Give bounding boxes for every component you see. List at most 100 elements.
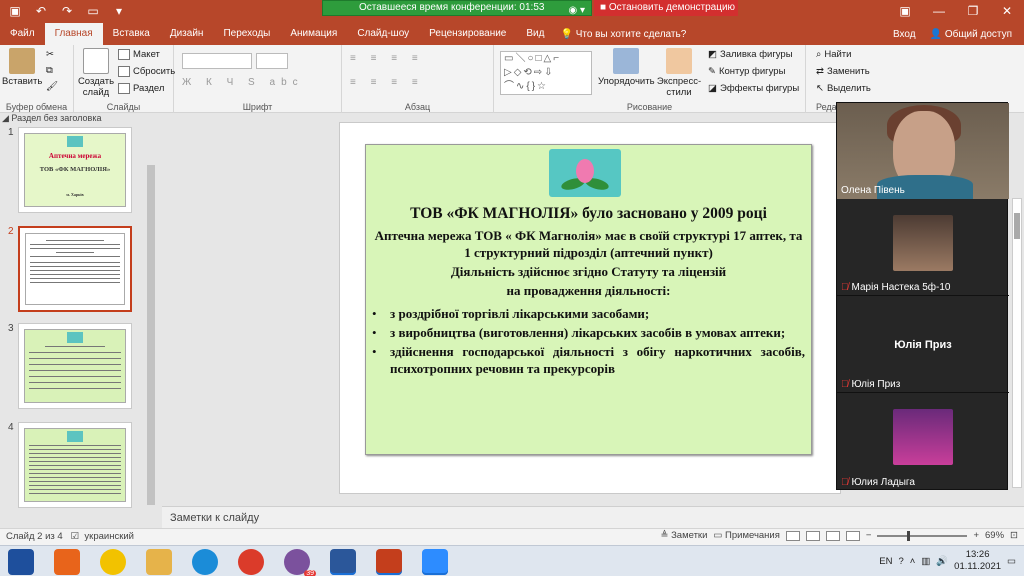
- font-format-buttons[interactable]: Ж К Ч S abc: [182, 77, 304, 88]
- layout-button[interactable]: Макет: [118, 49, 160, 60]
- language-indicator[interactable]: украинский: [84, 531, 134, 542]
- slide-thumbnail-2[interactable]: [18, 226, 132, 312]
- format-painter-button[interactable]: 🖌: [46, 81, 58, 92]
- shape-outline-button[interactable]: ✎ Контур фигуры: [708, 66, 785, 77]
- slide-sorter-icon[interactable]: [805, 530, 820, 541]
- network-icon[interactable]: ▥: [921, 556, 930, 567]
- viber-icon[interactable]: 39: [284, 549, 316, 576]
- close-icon[interactable]: ✕: [990, 0, 1024, 23]
- pause-icon[interactable]: ◉ ▾: [568, 3, 585, 19]
- font-name-combobox[interactable]: [182, 53, 252, 69]
- tab-transitions[interactable]: Переходы: [213, 23, 280, 45]
- fit-slide-icon[interactable]: ⊡: [1010, 530, 1018, 541]
- media-player-icon[interactable]: [54, 549, 80, 575]
- reading-view-icon[interactable]: [825, 530, 840, 541]
- comments-toggle[interactable]: ▭ Примечания: [713, 530, 779, 541]
- chrome-icon[interactable]: [238, 549, 264, 575]
- stop-demo-button[interactable]: ■ Остановить демонстрацию: [594, 0, 738, 16]
- word-icon[interactable]: [330, 549, 356, 575]
- zoom-slider[interactable]: [877, 530, 968, 541]
- new-slide-button[interactable]: Создать слайд: [76, 48, 116, 98]
- slide-text-box[interactable]: ТОВ «ФК МАГНОЛІЯ» було засновано у 2009 …: [365, 144, 812, 455]
- participant-tile[interactable]: 🎙̸ Юлия Ладыга: [837, 394, 1009, 490]
- sign-in-link[interactable]: Вход: [893, 29, 916, 40]
- thumbnails-scrollbar[interactable]: [146, 149, 156, 519]
- slide-thumbnail-3[interactable]: [18, 323, 132, 409]
- start-icon[interactable]: [8, 549, 34, 575]
- tab-design[interactable]: Дизайн: [160, 23, 214, 45]
- scroll-thumb[interactable]: [147, 165, 155, 505]
- zoom-level[interactable]: 69%: [985, 530, 1004, 541]
- notifications-icon[interactable]: ▭: [1007, 556, 1016, 567]
- thumbnail-city: м. Харків: [66, 192, 84, 197]
- new-slide-icon: [83, 48, 109, 74]
- redo-icon[interactable]: ↷: [58, 2, 76, 20]
- paste-button[interactable]: Вставить: [2, 48, 42, 87]
- arrange-button[interactable]: Упорядочить: [598, 48, 655, 87]
- tab-slideshow[interactable]: Слайд-шоу: [347, 23, 419, 45]
- find-button[interactable]: ⌕ Найти: [816, 49, 851, 60]
- section-header[interactable]: ◢ Раздел без заголовка: [2, 113, 101, 124]
- replace-button[interactable]: ⇄ Заменить: [816, 66, 870, 77]
- app-icon[interactable]: [100, 549, 126, 575]
- minimize-icon[interactable]: —: [922, 0, 956, 23]
- present-from-start-icon[interactable]: ▭: [84, 2, 102, 20]
- tab-file[interactable]: Файл: [0, 23, 45, 45]
- list-buttons[interactable]: ≡ ≡ ≡ ≡: [350, 53, 424, 64]
- thumbnail-subtitle: ТОВ «ФК МАГНОЛІЯ»: [39, 166, 111, 173]
- tell-me-search[interactable]: 💡 Что вы хотите сделать?: [560, 29, 686, 40]
- font-size-combobox[interactable]: [256, 53, 288, 69]
- select-button[interactable]: ↖ Выделить: [816, 83, 871, 94]
- clock[interactable]: 13:26 01.11.2021: [954, 549, 1001, 573]
- save-icon[interactable]: ▣: [6, 2, 24, 20]
- slide-thumbnail-1[interactable]: Аптечна мережа ТОВ «ФК МАГНОЛІЯ» м. Харк…: [18, 127, 132, 213]
- ribbon-display-icon[interactable]: ▣: [888, 0, 922, 23]
- undo-icon[interactable]: ↶: [32, 2, 50, 20]
- participant-name-row: 🎙̸ Юлия Ладыга: [841, 477, 915, 488]
- chevron-up-icon[interactable]: ˄: [910, 556, 916, 567]
- notes-pane[interactable]: Заметки к слайду: [162, 506, 1024, 528]
- slide-thumbnail-4[interactable]: [18, 422, 132, 508]
- zoom-app-icon[interactable]: [422, 549, 448, 575]
- triangle-down-icon: ◢: [2, 113, 12, 123]
- editor-scrollbar[interactable]: [1012, 198, 1022, 488]
- thumbnail-content: [24, 428, 126, 502]
- spellcheck-icon[interactable]: ☑: [71, 531, 80, 542]
- participant-tile[interactable]: 🎙̸ Марія Настека 5ф-10: [837, 200, 1009, 296]
- tab-review[interactable]: Рецензирование: [419, 23, 516, 45]
- shape-fill-button[interactable]: ◩ Заливка фигуры: [708, 49, 793, 60]
- current-slide[interactable]: ТОВ «ФК МАГНОЛІЯ» було засновано у 2009 …: [340, 123, 840, 493]
- scroll-thumb[interactable]: [1014, 213, 1020, 239]
- clock-date: 01.11.2021: [954, 561, 1002, 572]
- share-button[interactable]: 👤 Общий доступ: [930, 29, 1012, 40]
- tab-animation[interactable]: Анимация: [280, 23, 347, 45]
- normal-view-icon[interactable]: [785, 530, 800, 541]
- shapes-gallery[interactable]: ▭＼○□△⌐ ▷◇⟲⇨⇩ ⌒∿{}☆: [500, 51, 592, 95]
- powerpoint-icon[interactable]: [376, 549, 402, 575]
- section-button[interactable]: Раздел: [118, 83, 164, 94]
- participant-tile[interactable]: Юлія Приз 🎙̸ Юлія Приз: [837, 297, 1009, 393]
- align-buttons[interactable]: ≡ ≡ ≡ ≡: [350, 77, 424, 88]
- volume-icon[interactable]: 🔊: [936, 556, 948, 567]
- tab-view[interactable]: Вид: [516, 23, 554, 45]
- restore-icon[interactable]: ❐: [956, 0, 990, 23]
- customize-qat-icon[interactable]: ▾: [110, 2, 128, 20]
- zoom-in-icon[interactable]: +: [973, 530, 979, 541]
- shape-effects-button[interactable]: ◪ Эффекты фигуры: [708, 83, 799, 94]
- quick-styles-button[interactable]: Экспресс-стили: [654, 48, 704, 98]
- internet-explorer-icon[interactable]: [192, 549, 218, 575]
- tab-insert[interactable]: Вставка: [103, 23, 160, 45]
- slideshow-icon[interactable]: [845, 530, 860, 541]
- file-explorer-icon[interactable]: [146, 549, 172, 575]
- zoom-slider-thumb[interactable]: [906, 530, 910, 541]
- cut-button[interactable]: ✂: [46, 49, 54, 60]
- tab-home[interactable]: Главная: [44, 23, 103, 45]
- reset-button[interactable]: Сбросить: [118, 66, 175, 77]
- participant-tile[interactable]: Олена Півень: [837, 103, 1009, 199]
- copy-button[interactable]: ⧉: [46, 65, 53, 76]
- clock-time: 13:26: [965, 549, 990, 560]
- input-language[interactable]: EN: [879, 556, 892, 567]
- zoom-out-icon[interactable]: −: [866, 530, 872, 541]
- notes-toggle[interactable]: ≜ Заметки: [660, 530, 707, 541]
- help-icon[interactable]: ?: [898, 556, 903, 567]
